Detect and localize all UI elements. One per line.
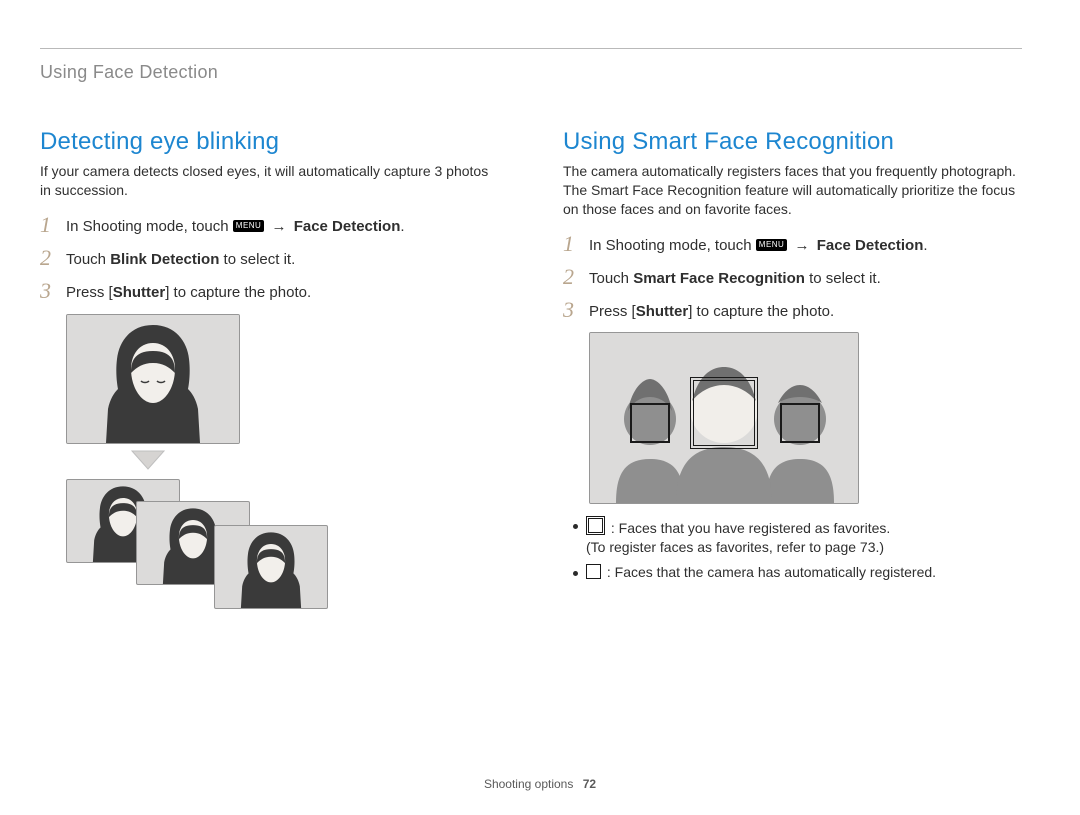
blinking-intro: If your camera detects closed eyes, it w…	[40, 162, 499, 200]
woman-silhouette-icon	[67, 315, 239, 443]
footer-section: Shooting options	[484, 777, 573, 791]
step-bold: Face Detection	[294, 218, 401, 235]
page-header-title: Using Face Detection	[40, 62, 218, 83]
face-box-single	[630, 403, 670, 443]
step-row: 3 Press [Shutter] to capture the photo.	[563, 299, 1022, 322]
step-bold: Shutter	[113, 284, 166, 301]
down-arrow-icon	[128, 448, 168, 472]
step-row: 1 In Shooting mode, touch MENU → Face De…	[563, 233, 1022, 256]
arrow-icon: →	[795, 236, 810, 256]
menu-icon: MENU	[233, 220, 265, 232]
step-bold: Face Detection	[817, 237, 924, 254]
step-pre: Press [	[66, 284, 113, 301]
step-bold: Shutter	[636, 303, 689, 320]
step-post: .	[923, 237, 927, 254]
step-number: 2	[40, 247, 58, 269]
footer-page-number: 72	[583, 777, 596, 791]
smart-face-intro: The camera automatically registers faces…	[563, 162, 1022, 219]
step-post: .	[400, 218, 404, 235]
step-number: 1	[563, 233, 581, 255]
legend-list: : Faces that you have registered as favo…	[573, 516, 1022, 582]
header-rule	[40, 48, 1022, 49]
step-row: 3 Press [Shutter] to capture the photo.	[40, 280, 499, 303]
double-box-icon	[586, 516, 605, 535]
legend-line: : Faces that you have registered as favo…	[611, 520, 890, 536]
portrait-thumb	[214, 525, 328, 609]
section-smart-face-recognition: Using Smart Face Recognition The camera …	[563, 128, 1022, 629]
page-footer: Shooting options 72	[0, 777, 1080, 791]
step-bold: Smart Face Recognition	[633, 270, 805, 287]
portrait-large	[66, 314, 240, 444]
step-text: Press [Shutter] to capture the photo.	[66, 280, 311, 303]
smart-face-illustration	[589, 332, 859, 504]
step-pre: In Shooting mode, touch	[66, 218, 233, 235]
legend-line: : Faces that the camera has automaticall…	[607, 564, 936, 580]
burst-thumbnails	[66, 479, 366, 629]
step-number: 3	[40, 280, 58, 302]
step-post: to select it.	[219, 251, 295, 268]
section-title-blinking: Detecting eye blinking	[40, 128, 499, 156]
step-bold: Blink Detection	[110, 251, 219, 268]
legend-text: : Faces that you have registered as favo…	[586, 516, 890, 557]
step-row: 2 Touch Smart Face Recognition to select…	[563, 266, 1022, 289]
legend-item: : Faces that you have registered as favo…	[573, 516, 1022, 557]
step-pre: Touch	[589, 270, 633, 287]
blinking-illustration	[66, 314, 366, 629]
smart-face-steps: 1 In Shooting mode, touch MENU → Face De…	[563, 233, 1022, 323]
step-number: 1	[40, 214, 58, 236]
section-detect-blinking: Detecting eye blinking If your camera de…	[40, 128, 499, 629]
step-text: In Shooting mode, touch MENU → Face Dete…	[589, 233, 928, 256]
bullet-icon	[573, 524, 578, 529]
step-text: Touch Smart Face Recognition to select i…	[589, 266, 881, 289]
step-number: 2	[563, 266, 581, 288]
arrow-icon: →	[272, 217, 287, 237]
step-row: 2 Touch Blink Detection to select it.	[40, 247, 499, 270]
step-row: 1 In Shooting mode, touch MENU → Face De…	[40, 214, 499, 237]
step-text: In Shooting mode, touch MENU → Face Dete…	[66, 214, 405, 237]
blinking-steps: 1 In Shooting mode, touch MENU → Face De…	[40, 214, 499, 304]
legend-item: : Faces that the camera has automaticall…	[573, 563, 1022, 582]
manual-page: Using Face Detection Detecting eye blink…	[0, 0, 1080, 815]
legend-text: : Faces that the camera has automaticall…	[586, 563, 936, 582]
step-post: ] to capture the photo.	[165, 284, 311, 301]
face-box-double	[690, 377, 758, 449]
section-title-smart-face: Using Smart Face Recognition	[563, 128, 1022, 156]
step-pre: In Shooting mode, touch	[589, 237, 756, 254]
step-text: Press [Shutter] to capture the photo.	[589, 299, 834, 322]
step-text: Touch Blink Detection to select it.	[66, 247, 295, 270]
step-post: ] to capture the photo.	[688, 303, 834, 320]
face-box-single	[780, 403, 820, 443]
step-number: 3	[563, 299, 581, 321]
legend-line: (To register faces as favorites, refer t…	[586, 539, 884, 555]
step-pre: Touch	[66, 251, 110, 268]
step-pre: Press [	[589, 303, 636, 320]
menu-icon: MENU	[756, 239, 788, 251]
two-column-layout: Detecting eye blinking If your camera de…	[40, 52, 1022, 629]
single-box-icon	[586, 564, 601, 579]
bullet-icon	[573, 571, 578, 576]
step-post: to select it.	[805, 270, 881, 287]
